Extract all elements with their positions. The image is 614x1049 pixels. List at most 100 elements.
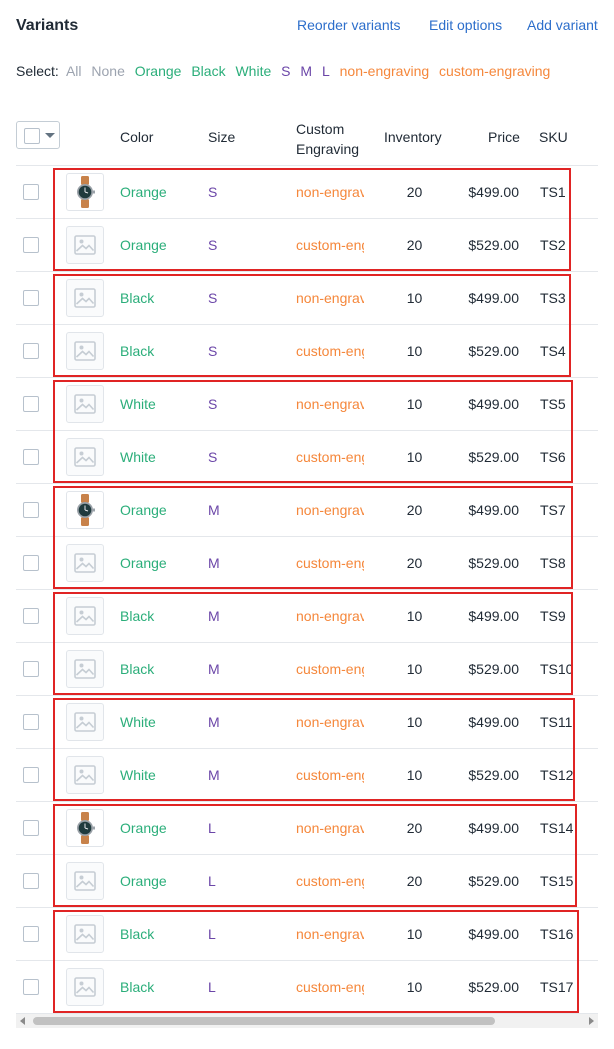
variant-inventory: 10 (406, 714, 423, 730)
image-placeholder-icon[interactable] (66, 438, 104, 476)
row-checkbox[interactable] (23, 449, 39, 465)
scrollbar-thumb[interactable] (33, 1017, 495, 1025)
variant-price: $529.00 (468, 237, 519, 253)
variant-color: Black (120, 926, 155, 942)
variant-size: S (208, 449, 218, 465)
edit-options-link[interactable]: Edit options (429, 17, 502, 33)
row-checkbox[interactable] (23, 873, 39, 889)
select-all-checkbox[interactable] (24, 128, 40, 144)
image-placeholder-icon[interactable] (66, 862, 104, 900)
row-checkbox[interactable] (23, 608, 39, 624)
variant-sku: TS1 (540, 184, 566, 200)
image-placeholder-icon[interactable] (66, 597, 104, 635)
variant-inventory: 10 (406, 767, 423, 783)
row-checkbox[interactable] (23, 555, 39, 571)
select-label: Select: (16, 63, 59, 79)
variant-engraving: custom-engraving (296, 237, 364, 253)
variant-row[interactable]: Black Lnon-engraving 10 $499.00 TS16 (0, 908, 614, 961)
variant-row[interactable]: Orange Snon-engraving 20 $499.00 TS1 (0, 166, 614, 219)
scroll-left-arrow-icon[interactable] (20, 1017, 25, 1025)
watch-thumbnail[interactable] (66, 173, 104, 211)
variant-row[interactable]: Orange Lcustom-engraving 20 $529.00 TS15 (0, 855, 614, 908)
variant-row[interactable]: White Snon-engraving 10 $499.00 TS5 (0, 378, 614, 431)
variant-color: White (120, 449, 156, 465)
image-placeholder-icon[interactable] (66, 650, 104, 688)
variant-row[interactable]: White Mcustom-engraving 10 $529.00 TS12 (0, 749, 614, 802)
watch-thumbnail[interactable] (66, 809, 104, 847)
select-none[interactable]: None (91, 63, 124, 79)
add-variant-link[interactable]: Add variant (527, 17, 598, 33)
variant-sku: TS16 (540, 926, 574, 942)
row-checkbox[interactable] (23, 290, 39, 306)
image-placeholder-icon[interactable] (66, 279, 104, 317)
watch-thumbnail[interactable] (66, 491, 104, 529)
image-placeholder-icon[interactable] (66, 703, 104, 741)
image-placeholder-icon[interactable] (66, 756, 104, 794)
row-checkbox[interactable] (23, 343, 39, 359)
horizontal-scrollbar[interactable] (16, 1014, 598, 1028)
variant-row[interactable]: Orange Mcustom-engraving 20 $529.00 TS8 (0, 537, 614, 590)
row-checkbox[interactable] (23, 926, 39, 942)
variant-row[interactable]: Black Mnon-engraving 10 $499.00 TS9 (0, 590, 614, 643)
variant-row[interactable]: Orange Mnon-engraving 20 $499.00 TS7 (0, 484, 614, 537)
variant-engraving: non-engraving (296, 608, 364, 624)
variant-engraving: custom-engraving (296, 449, 364, 465)
column-header-custom-line2: Engraving (296, 141, 360, 157)
variant-sku: TS4 (540, 343, 566, 359)
variant-engraving: non-engraving (296, 926, 364, 942)
image-placeholder-icon[interactable] (66, 332, 104, 370)
variant-engraving: custom-engraving (296, 979, 364, 995)
select-size-s[interactable]: S (281, 63, 290, 79)
variant-row[interactable]: Black Scustom-engraving 10 $529.00 TS4 (0, 325, 614, 378)
variant-inventory: 10 (406, 396, 423, 412)
variant-row[interactable]: Black Lcustom-engraving 10 $529.00 TS17 (0, 961, 614, 1014)
select-white[interactable]: White (235, 63, 271, 79)
variant-size: M (208, 661, 220, 677)
variant-row[interactable]: Black Snon-engraving 10 $499.00 TS3 (0, 272, 614, 325)
variant-inventory: 10 (406, 449, 423, 465)
row-checkbox[interactable] (23, 237, 39, 253)
row-checkbox[interactable] (23, 502, 39, 518)
select-size-m[interactable]: M (300, 63, 312, 79)
variant-price: $529.00 (468, 555, 519, 571)
select-size-l[interactable]: L (322, 63, 330, 79)
variant-price: $499.00 (468, 926, 519, 942)
select-black[interactable]: Black (191, 63, 225, 79)
image-placeholder-icon[interactable] (66, 385, 104, 423)
variant-row[interactable]: Orange Scustom-engraving 20 $529.00 TS2 (0, 219, 614, 272)
variant-row[interactable]: Black Mcustom-engraving 10 $529.00 TS10 (0, 643, 614, 696)
select-non-engraving[interactable]: non-engraving (340, 63, 430, 79)
image-placeholder-icon[interactable] (66, 968, 104, 1006)
variant-color: White (120, 396, 156, 412)
column-header-custom-line1: Custom (296, 121, 345, 137)
bulk-select-dropdown[interactable] (16, 121, 60, 149)
variant-price: $529.00 (468, 449, 519, 465)
image-placeholder-icon[interactable] (66, 226, 104, 264)
image-placeholder-icon[interactable] (66, 544, 104, 582)
row-checkbox[interactable] (23, 184, 39, 200)
row-checkbox[interactable] (23, 979, 39, 995)
image-placeholder-icon[interactable] (66, 915, 104, 953)
variant-engraving: non-engraving (296, 184, 364, 200)
variant-row[interactable]: White Scustom-engraving 10 $529.00 TS6 (0, 431, 614, 484)
row-checkbox[interactable] (23, 396, 39, 412)
variant-engraving: custom-engraving (296, 343, 364, 359)
variant-size: M (208, 555, 220, 571)
variant-sku: TS6 (540, 449, 566, 465)
row-checkbox[interactable] (23, 714, 39, 730)
select-all[interactable]: All (66, 63, 82, 79)
variant-sku: TS11 (540, 714, 573, 730)
row-checkbox[interactable] (23, 661, 39, 677)
select-custom-engraving[interactable]: custom-engraving (439, 63, 550, 79)
row-checkbox[interactable] (23, 767, 39, 783)
variant-row[interactable]: Orange Lnon-engraving 20 $499.00 TS14 (0, 802, 614, 855)
scroll-right-arrow-icon[interactable] (589, 1017, 594, 1025)
column-header-inventory: Inventory (384, 129, 442, 145)
variant-row[interactable]: White Mnon-engraving 10 $499.00 TS11 (0, 696, 614, 749)
row-checkbox[interactable] (23, 820, 39, 836)
column-header-sku: SKU (539, 129, 568, 145)
variant-size: M (208, 767, 220, 783)
variant-sku: TS12 (540, 767, 574, 783)
reorder-variants-link[interactable]: Reorder variants (297, 17, 401, 33)
select-orange[interactable]: Orange (135, 63, 182, 79)
